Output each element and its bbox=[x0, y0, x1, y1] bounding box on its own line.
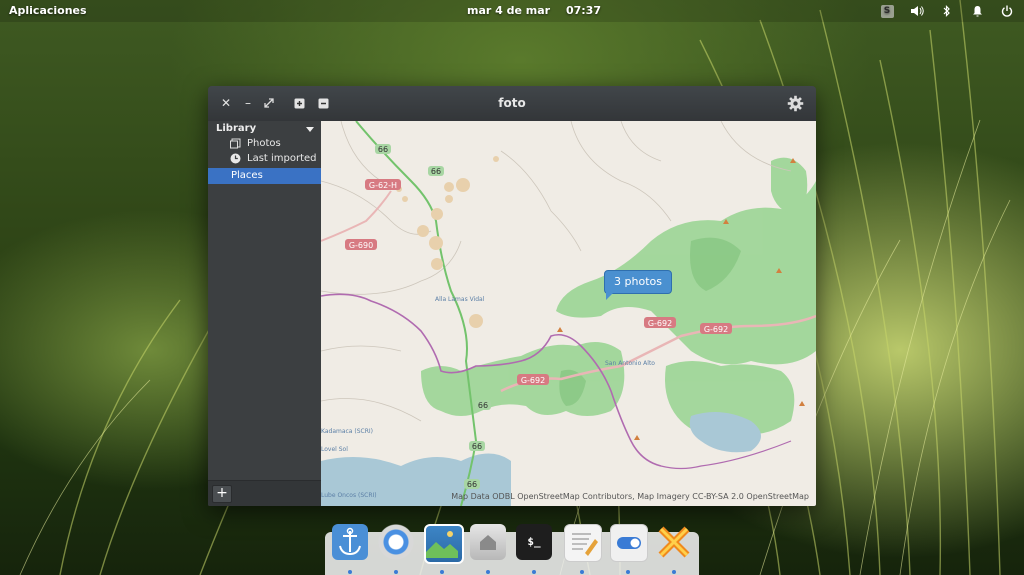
map-view[interactable]: 66 66 G-62-H G-690 G-692 G-692 G-692 66 … bbox=[321, 121, 816, 506]
road-label: G-692 bbox=[704, 325, 728, 334]
road-label: 66 bbox=[378, 145, 388, 154]
applications-menu[interactable]: Aplicaciones bbox=[9, 4, 87, 17]
keyboard-letter: S bbox=[880, 4, 894, 18]
running-indicator bbox=[580, 570, 584, 574]
map-tiles: 66 66 G-62-H G-690 G-692 G-692 G-692 66 … bbox=[321, 121, 816, 506]
window-title: foto bbox=[498, 96, 526, 110]
running-indicator bbox=[348, 570, 352, 574]
road-label: G-692 bbox=[648, 319, 672, 328]
road-label: 66 bbox=[478, 401, 488, 410]
system-tray: S bbox=[878, 2, 1016, 20]
photo-marker[interactable]: 3 photos bbox=[604, 270, 672, 294]
sidebar-footer: + bbox=[208, 480, 321, 506]
date-label: mar 4 de mar bbox=[467, 4, 551, 17]
place-label: San Antonio Alto bbox=[605, 360, 655, 367]
running-indicator bbox=[440, 570, 444, 574]
sidebar: Library Photos Last imported Places + bbox=[208, 121, 321, 506]
add-button[interactable]: + bbox=[212, 485, 232, 503]
road-label: 66 bbox=[472, 442, 482, 451]
power-icon[interactable] bbox=[998, 2, 1016, 20]
game-x-icon[interactable] bbox=[656, 524, 692, 560]
road-label: G-62-H bbox=[369, 181, 397, 190]
running-indicator bbox=[672, 570, 676, 574]
sidebar-item-photos[interactable]: Photos bbox=[230, 138, 281, 149]
road-label: G-692 bbox=[521, 376, 545, 385]
volume-icon[interactable] bbox=[908, 2, 926, 20]
text-editor-icon[interactable] bbox=[564, 524, 602, 562]
marker-tail bbox=[606, 292, 614, 300]
browser-icon[interactable] bbox=[378, 524, 414, 560]
road-label: 66 bbox=[431, 167, 441, 176]
running-indicator bbox=[626, 570, 630, 574]
time-label: 07:37 bbox=[565, 4, 601, 17]
bluetooth-icon[interactable] bbox=[938, 2, 956, 20]
sidebar-item-label: Photos bbox=[247, 138, 281, 149]
clock-icon bbox=[230, 153, 241, 164]
photos-app-icon[interactable] bbox=[424, 524, 464, 564]
anchor-app-icon[interactable] bbox=[332, 524, 368, 560]
running-indicator bbox=[532, 570, 536, 574]
settings-toggle-icon[interactable] bbox=[610, 524, 648, 562]
chevron-down-icon[interactable] bbox=[306, 127, 314, 132]
map-attribution: Map Data ODBL OpenStreetMap Contributors… bbox=[451, 492, 809, 501]
photos-icon bbox=[230, 138, 241, 149]
place-label: Kadamaca (SCRI) bbox=[321, 428, 373, 435]
foto-window: ✕ – foto Library Photos Last imported Pl… bbox=[208, 86, 816, 506]
running-indicator bbox=[486, 570, 490, 574]
sidebar-item-label: Last imported bbox=[247, 153, 317, 164]
road-label: 66 bbox=[467, 480, 477, 489]
settings-gear-icon[interactable] bbox=[786, 94, 804, 112]
top-panel: Aplicaciones mar 4 de mar 07:37 S bbox=[0, 0, 1024, 22]
library-header[interactable]: Library bbox=[216, 123, 314, 134]
place-label: Lovel Sol bbox=[321, 446, 348, 453]
terminal-icon[interactable]: $_ bbox=[516, 524, 552, 560]
keyboard-indicator[interactable]: S bbox=[878, 2, 896, 20]
sidebar-item-label: Places bbox=[231, 170, 263, 181]
sidebar-item-last-imported[interactable]: Last imported bbox=[230, 153, 317, 164]
library-label: Library bbox=[216, 123, 257, 134]
titlebar[interactable]: ✕ – foto bbox=[208, 86, 816, 122]
files-icon[interactable] bbox=[470, 524, 506, 560]
notifications-icon[interactable] bbox=[968, 2, 986, 20]
place-label: Alla Lamas Vidal bbox=[435, 296, 485, 303]
running-indicator bbox=[394, 570, 398, 574]
road-label: G-690 bbox=[349, 241, 373, 250]
clock[interactable]: mar 4 de mar 07:37 bbox=[467, 4, 613, 17]
place-label: Lube Oncos (SCRI) bbox=[321, 492, 377, 499]
dock: $_ bbox=[325, 524, 699, 575]
sidebar-item-places[interactable]: Places bbox=[208, 168, 321, 184]
